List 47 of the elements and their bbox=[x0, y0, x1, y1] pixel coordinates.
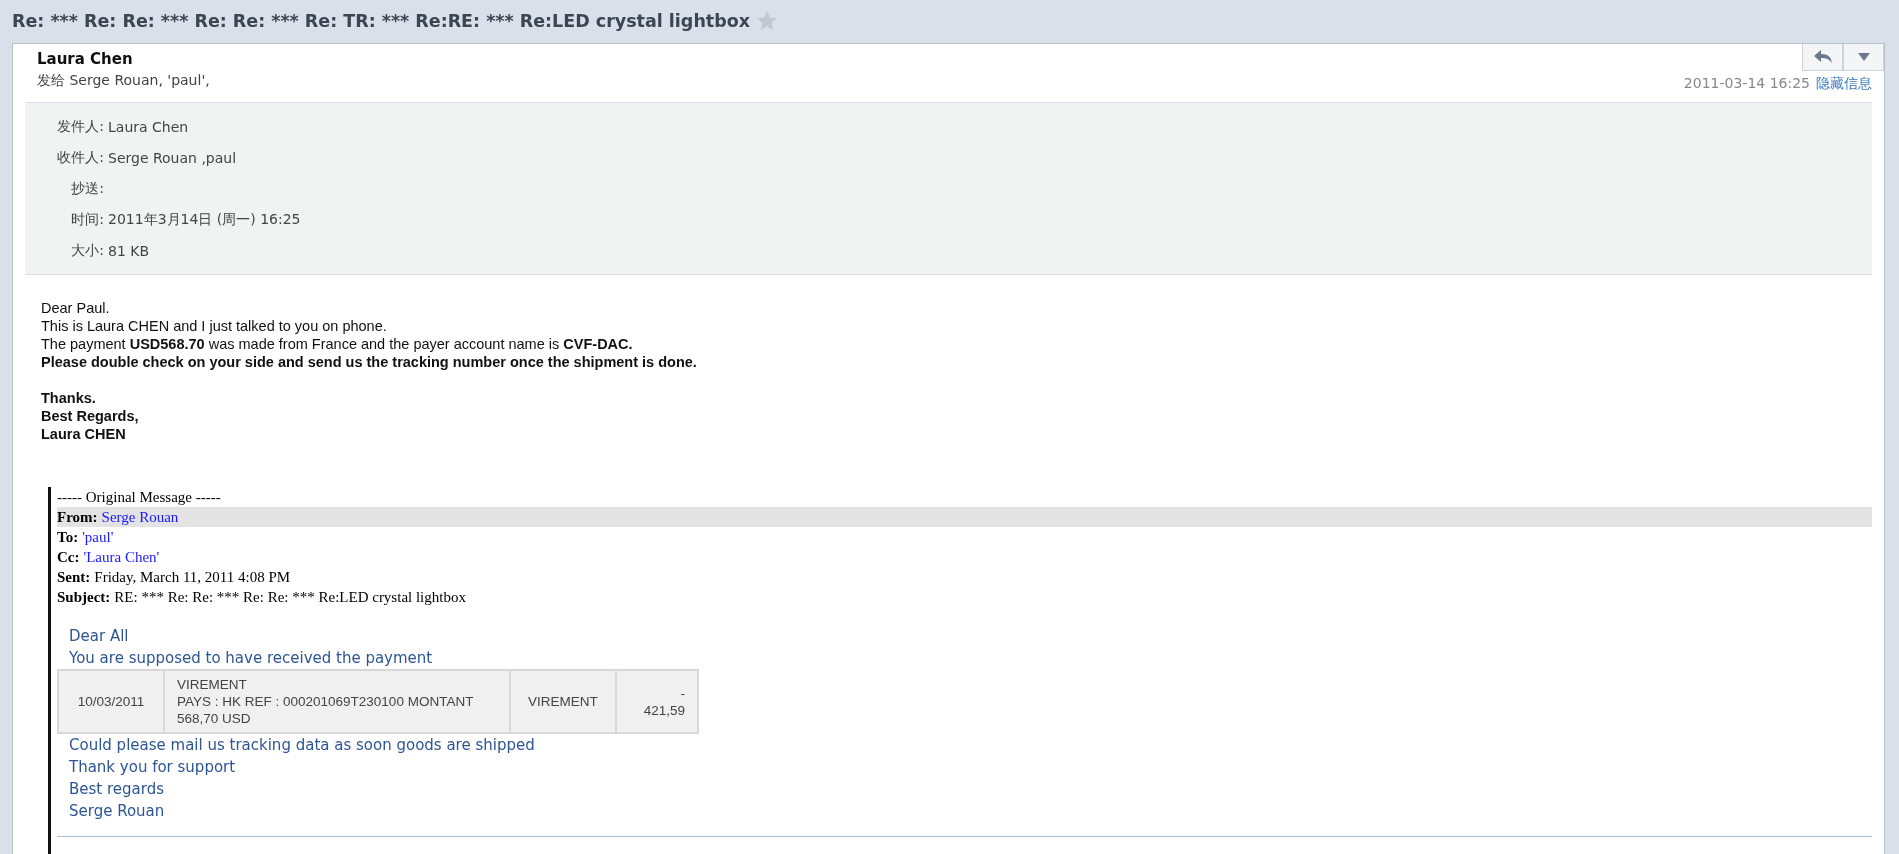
body-line: Best Regards, bbox=[41, 407, 140, 425]
detail-label: 收件人: bbox=[57, 148, 104, 167]
detail-value: Laura Chen bbox=[108, 118, 190, 135]
body-line: Laura CHEN bbox=[41, 425, 127, 443]
table-cell: - 421,59 bbox=[616, 670, 698, 733]
header-link[interactable]: Serge Rouan bbox=[101, 507, 179, 527]
header-link[interactable]: 'Laura Chen' bbox=[83, 547, 160, 567]
quoted-line: Dear All bbox=[69, 626, 130, 647]
detail-label: 抄送: bbox=[71, 179, 104, 198]
header-value: Friday, March 11, 2011 4:08 PM bbox=[94, 568, 291, 587]
header-label: To: bbox=[57, 528, 79, 547]
original-message-heading: ----- Original Message ----- bbox=[57, 488, 222, 507]
quoted-line: Could please mail us tracking data as soon goods are shipped bbox=[69, 735, 536, 756]
recipients-line: 发给 Serge Rouan, 'paul', bbox=[37, 72, 210, 90]
body-line: The payment USD568.70 was made from France and the payer account name is CVF-DAC. bbox=[41, 335, 634, 353]
header-label: Sent: bbox=[57, 568, 91, 587]
more-button[interactable] bbox=[1843, 44, 1884, 71]
header-value: RE: *** Re: Re: *** Re: Re: *** Re:LED crystal lightbox bbox=[114, 588, 466, 607]
header-link[interactable]: 'paul' bbox=[82, 527, 114, 547]
detail-value: Serge Rouan ,paul bbox=[108, 149, 238, 166]
hide-details-link[interactable]: 隐藏信息 bbox=[1816, 75, 1872, 93]
quoted-line: Serge Rouan bbox=[69, 801, 166, 822]
quoted-line: Thank you for support bbox=[69, 757, 237, 778]
detail-label: 发件人: bbox=[57, 117, 104, 136]
caret-icon bbox=[1857, 52, 1870, 62]
detail-label: 大小: bbox=[71, 241, 104, 260]
quoted-line: Best regards bbox=[69, 779, 165, 800]
body-line: Thanks. bbox=[41, 389, 97, 407]
body-line: Please double check on your side and send us the tracking number once the shipment is done. bbox=[41, 353, 698, 371]
table-cell: VIREMENT bbox=[510, 670, 616, 733]
body-line: This is Laura CHEN and I just talked to you on phone. bbox=[41, 317, 388, 335]
sender-name: Laura Chen bbox=[37, 50, 134, 68]
body-line: Dear Paul. bbox=[41, 299, 111, 317]
table-cell: 10/03/2011 bbox=[58, 670, 164, 733]
table-cell: VIREMENT PAYS : HK REF : 000201069T230100 MONTANT 568,70 USD bbox=[164, 670, 510, 733]
detail-value: 2011年3月14日 (周一) 16:25 bbox=[108, 210, 301, 229]
quoted-line: You are supposed to have received the payment bbox=[69, 648, 434, 669]
header-label: Subject: bbox=[57, 588, 111, 607]
email-subject: Re: *** Re: Re: *** Re: Re: *** Re: TR: *** Re:RE: *** Re:LED crystal lightbox bbox=[12, 11, 751, 31]
header-label: Cc: bbox=[57, 548, 80, 567]
header-label: From: bbox=[57, 508, 98, 527]
detail-value: 81 KB bbox=[108, 242, 151, 259]
message-date: 2011-03-14 16:25 bbox=[1683, 75, 1810, 93]
reply-icon bbox=[1812, 49, 1833, 65]
star-icon[interactable] bbox=[756, 10, 779, 32]
reply-button[interactable] bbox=[1802, 44, 1843, 71]
detail-label: 时间: bbox=[71, 210, 104, 229]
